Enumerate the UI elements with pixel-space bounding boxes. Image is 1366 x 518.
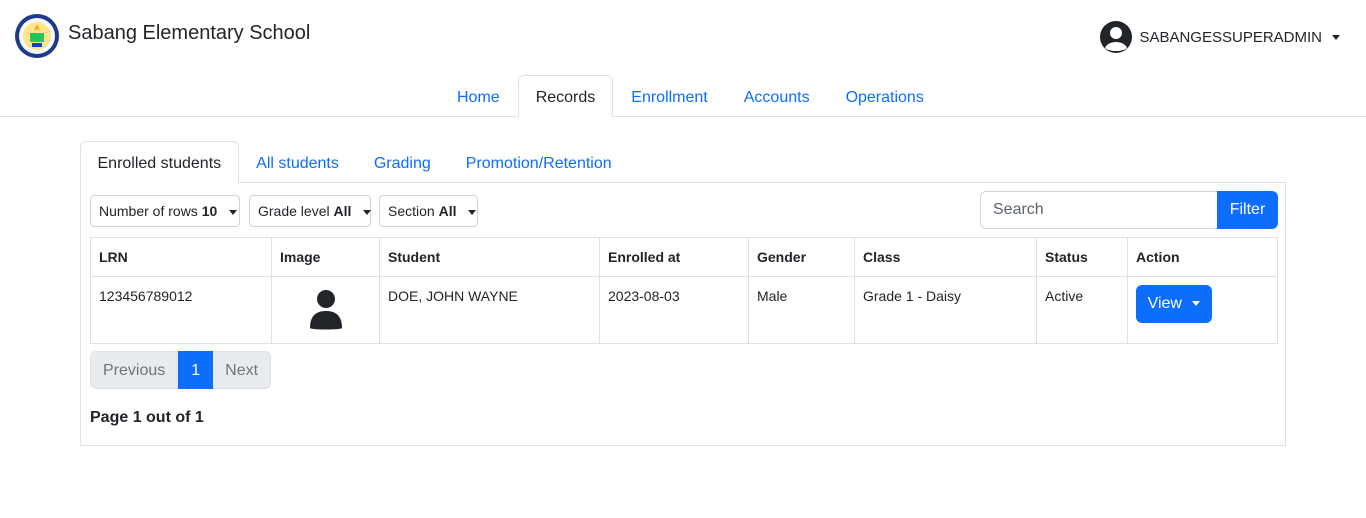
rows-value: 10 <box>201 203 218 219</box>
cell-action: View <box>1127 276 1278 344</box>
cell-lrn: 123456789012 <box>90 276 272 344</box>
cell-gender: Male <box>748 276 855 344</box>
user-menu-dropdown[interactable]: SABANGESSUPERADMIN <box>1099 20 1340 54</box>
user-name: SABANGESSUPERADMIN <box>1139 28 1322 46</box>
cell-enrolled-at: 2023-08-03 <box>599 276 749 344</box>
chevron-down-icon <box>363 209 372 215</box>
page-info: Page 1 out of 1 <box>90 409 204 426</box>
chevron-down-icon <box>229 209 238 215</box>
tab-enrollment[interactable]: Enrollment <box>613 75 725 117</box>
grade-level-dropdown[interactable]: Grade level All <box>249 195 372 227</box>
table-row: 123456789012 DOE, JOHN WAYNE 2023-08-03 … <box>90 276 1278 344</box>
rows-label: Number of rows <box>99 203 198 219</box>
tab-grading[interactable]: Grading <box>356 141 448 183</box>
column-header-enrolled-at: Enrolled at <box>599 237 749 277</box>
chevron-down-icon <box>1332 34 1340 40</box>
next-page-button[interactable]: Next <box>213 351 272 389</box>
top-navbar: Sabang Elementary School SABANGESSUPERAD… <box>0 0 1366 72</box>
search-input[interactable] <box>980 191 1218 229</box>
tab-enrolled-students[interactable]: Enrolled students <box>80 141 239 183</box>
grade-value: All <box>333 203 352 219</box>
view-dropdown-button[interactable]: View <box>1136 285 1212 323</box>
section-value: All <box>438 203 457 219</box>
column-header-action: Action <box>1127 237 1278 277</box>
filter-button[interactable]: Filter <box>1217 191 1278 229</box>
column-header-student: Student <box>379 237 600 277</box>
section-label: Section <box>388 203 435 219</box>
rows-per-page-dropdown[interactable]: Number of rows 10 <box>90 195 240 227</box>
pagination: Previous 1 Next <box>90 351 272 389</box>
tab-home[interactable]: Home <box>439 75 518 117</box>
table-header-row: LRN Image Student Enrolled at Gender Cla… <box>90 237 1278 277</box>
chevron-down-icon <box>468 209 477 215</box>
column-header-class: Class <box>854 237 1037 277</box>
tab-all-students[interactable]: All students <box>239 141 357 183</box>
previous-page-button[interactable]: Previous <box>90 351 179 389</box>
grade-label: Grade level <box>258 203 330 219</box>
tab-accounts[interactable]: Accounts <box>726 75 828 117</box>
column-header-image: Image <box>271 237 380 277</box>
cell-class: Grade 1 - Daisy <box>854 276 1037 344</box>
view-button-label: View <box>1147 295 1182 312</box>
student-avatar-icon <box>309 290 342 330</box>
chevron-down-icon <box>1192 301 1201 307</box>
school-name: Sabang Elementary School <box>68 22 311 44</box>
tab-operations[interactable]: Operations <box>828 75 942 117</box>
cell-status: Active <box>1036 276 1128 344</box>
main-nav-tabs: Home Records Enrollment Accounts Operati… <box>0 75 1366 117</box>
column-header-lrn: LRN <box>90 237 272 277</box>
tab-promotion-retention[interactable]: Promotion/Retention <box>448 141 629 183</box>
user-avatar-icon <box>1100 21 1133 53</box>
tab-records[interactable]: Records <box>517 75 614 117</box>
school-logo <box>15 14 59 58</box>
records-sub-tabs: Enrolled students All students Grading P… <box>80 141 1286 183</box>
column-header-status: Status <box>1036 237 1128 277</box>
cell-student: DOE, JOHN WAYNE <box>379 276 600 344</box>
enrolled-students-panel: Number of rows 10 Grade level All Sectio… <box>80 182 1286 446</box>
students-table: LRN Image Student Enrolled at Gender Cla… <box>90 237 1278 344</box>
page-1-button[interactable]: 1 <box>178 351 214 389</box>
column-header-gender: Gender <box>748 237 855 277</box>
section-dropdown[interactable]: Section All <box>379 195 478 227</box>
cell-image <box>271 276 380 344</box>
